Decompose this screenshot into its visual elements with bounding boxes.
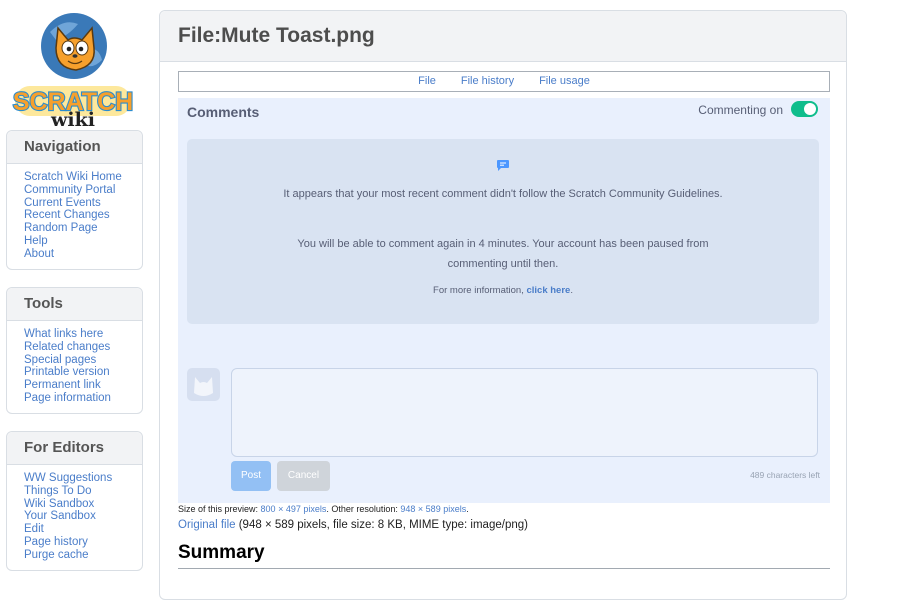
other-resolution-link[interactable]: 948 × 589 pixels <box>400 504 466 514</box>
page-header: File:Mute Toast.png <box>160 11 846 62</box>
editors-link-page-history[interactable]: Page history <box>24 536 88 548</box>
original-file-info: Original file (948 × 589 pixels, file si… <box>178 519 528 531</box>
nav-link-community-portal[interactable]: Community Portal <box>24 184 115 196</box>
tools-heading: Tools <box>7 288 142 321</box>
preview-size-link[interactable]: 800 × 497 pixels <box>261 504 327 514</box>
comment-icon <box>497 160 509 171</box>
nav-link-recent-changes[interactable]: Recent Changes <box>24 209 110 221</box>
tab-file-history[interactable]: File history <box>461 72 514 91</box>
navigation-heading: Navigation <box>7 131 142 164</box>
tools-link-related-changes[interactable]: Related changes <box>24 341 110 353</box>
comment-paused-notice: It appears that your most recent comment… <box>187 139 819 324</box>
nav-link-current-events[interactable]: Current Events <box>24 197 101 209</box>
comments-heading: Comments <box>187 104 260 120</box>
editors-link-purge-cache[interactable]: Purge cache <box>24 549 89 561</box>
cat-avatar-icon <box>194 377 213 396</box>
original-file-details: (948 × 589 pixels, file size: 8 KB, MIME… <box>235 519 528 531</box>
preview-size-info: Size of this preview: 800 × 497 pixels. … <box>178 504 469 514</box>
nav-link-scratch-wiki-home[interactable]: Scratch Wiki Home <box>24 171 122 183</box>
post-button: Post <box>231 461 271 491</box>
tools-link-what-links-here[interactable]: What links here <box>24 328 103 340</box>
tools-link-permanent-link[interactable]: Permanent link <box>24 379 101 391</box>
click-here-link: click here <box>526 285 571 296</box>
notice-guidelines-text: It appears that your most recent comment… <box>283 188 723 200</box>
nav-link-about[interactable]: About <box>24 248 54 260</box>
for-editors-heading: For Editors <box>7 432 142 465</box>
svg-text:wiki: wiki <box>50 109 95 128</box>
tools-link-special-pages[interactable]: Special pages <box>24 354 96 366</box>
user-avatar <box>187 368 220 401</box>
editors-link-wiki-sandbox[interactable]: Wiki Sandbox <box>24 498 94 510</box>
toggle-knob <box>804 103 816 115</box>
cancel-button: Cancel <box>277 461 330 491</box>
editors-link-things-to-do[interactable]: Things To Do <box>24 485 92 497</box>
commenting-toggle <box>791 101 818 117</box>
page-title: File:Mute Toast.png <box>178 24 375 47</box>
characters-left: 489 characters left <box>750 470 820 480</box>
editors-link-edit[interactable]: Edit <box>24 523 44 535</box>
tab-file[interactable]: File <box>418 72 436 91</box>
commenting-status-label: Commenting on <box>698 103 783 117</box>
editors-link-ww-suggestions[interactable]: WW Suggestions <box>24 472 112 484</box>
summary-heading: Summary <box>178 542 830 569</box>
navigation-portlet: Navigation Scratch Wiki Home Community P… <box>6 130 143 270</box>
tools-link-page-information[interactable]: Page information <box>24 392 111 404</box>
notice-more-info: For more information, click here. <box>433 285 573 296</box>
notice-pause-text: You will be able to comment again in 4 m… <box>297 238 709 270</box>
file-preview-image[interactable]: Comments Commenting on It appears that y… <box>178 98 830 503</box>
tools-portlet: Tools What links here Related changes Sp… <box>6 287 143 414</box>
nav-link-random-page[interactable]: Random Page <box>24 222 98 234</box>
file-tabs: File File history File usage <box>178 71 830 92</box>
tools-link-printable-version[interactable]: Printable version <box>24 366 110 378</box>
scratch-wiki-logo[interactable]: SCRATCH wiki <box>12 10 134 131</box>
for-editors-portlet: For Editors WW Suggestions Things To Do … <box>6 431 143 571</box>
original-file-link[interactable]: Original file <box>178 519 236 531</box>
comment-textarea <box>231 368 818 457</box>
tab-file-usage[interactable]: File usage <box>539 72 590 91</box>
main-content: File:Mute Toast.png File File history Fi… <box>159 10 847 600</box>
nav-link-help[interactable]: Help <box>24 235 48 247</box>
editors-link-your-sandbox[interactable]: Your Sandbox <box>24 510 96 522</box>
